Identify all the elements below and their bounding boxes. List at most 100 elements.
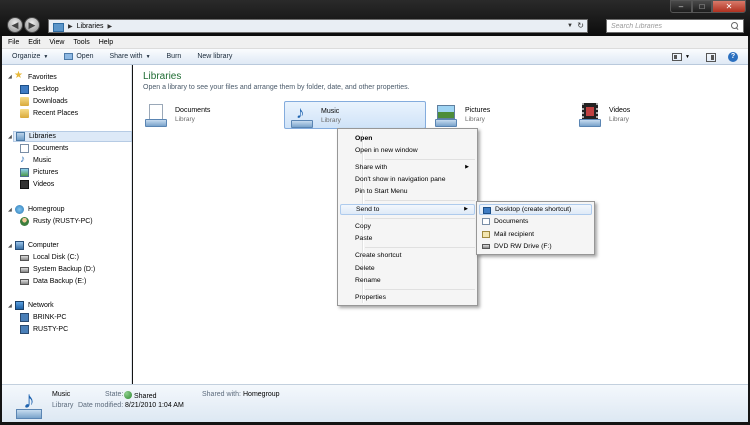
nav-pictures[interactable]: Pictures [20,167,58,178]
ctx-send-to[interactable]: Send to ▶ [340,204,475,215]
drive-icon [20,278,29,285]
menu-bar: File Edit View Tools Help [2,36,748,49]
shared-icon [124,391,132,399]
title-bar: – □ ✕ ◀ ▶ ▶ Libraries ▶ ▼ ↻ [0,0,750,36]
ctx-share-with[interactable]: Share with ▶ [340,162,475,173]
minimize-button[interactable]: – [670,0,692,13]
nav-favorites[interactable]: Favorites [14,70,57,83]
library-tile-pictures[interactable]: Pictures Library [429,101,571,129]
organize-button[interactable]: Organize ▼ [12,53,48,60]
change-view-icon[interactable] [672,53,683,61]
nav-local-disk[interactable]: Local Disk (C:) [20,252,79,263]
nav-downloads[interactable]: Downloads [20,96,68,107]
menu-divider [365,289,475,290]
menu-file[interactable]: File [8,39,19,46]
ctx-create-shortcut[interactable]: Create shortcut [340,250,475,261]
nav-rusty[interactable]: Rusty (RUSTY-PC) [20,216,93,227]
nav-recent-places-label: Recent Places [33,110,79,117]
address-dropdown-icon[interactable]: ▼ [567,23,573,29]
menu-view[interactable]: View [49,39,64,46]
collapse-arrow-icon[interactable]: ◢ [8,303,12,309]
drive-icon [20,266,29,273]
search-icon[interactable] [731,22,739,30]
library-tile-music[interactable]: ♪ Music Library [284,101,426,129]
music-library-icon: ♪ [14,389,44,419]
nav-desktop[interactable]: Desktop [20,84,59,95]
drive-icon [20,254,29,261]
new-library-button[interactable]: New library [197,53,232,60]
documents-library-icon [143,103,169,127]
send-to-dvd[interactable]: DVD RW Drive (F:) [479,241,592,252]
ctx-pin-start[interactable]: Pin to Start Menu [340,186,475,197]
nav-data-backup[interactable]: Data Backup (E:) [20,276,86,287]
menu-help[interactable]: Help [99,39,113,46]
library-tile-documents[interactable]: Documents Library [139,101,281,129]
burn-button[interactable]: Burn [167,53,182,60]
search-box[interactable] [606,19,744,33]
help-icon[interactable]: ? [728,52,738,62]
recent-places-icon [20,109,29,118]
search-input[interactable] [611,22,729,30]
menu-edit[interactable]: Edit [28,39,40,46]
back-button[interactable]: ◀ [7,17,23,33]
nav-computer-label: Computer [28,242,59,249]
details-state-label: State: [105,391,124,398]
send-to-desktop-label: Desktop (create shortcut) [495,206,572,213]
collapse-arrow-icon[interactable]: ◢ [8,134,12,140]
homegroup-icon [15,205,24,214]
send-to-desktop[interactable]: Desktop (create shortcut) [479,204,592,215]
nav-homegroup[interactable]: Homegroup [15,204,65,215]
videos-icon [20,180,29,189]
send-to-mail[interactable]: Mail recipient [479,229,592,240]
open-icon [64,53,74,60]
nav-music[interactable]: Music [20,154,51,166]
open-button[interactable]: Open [64,53,93,60]
view-dropdown-icon[interactable]: ▼ [685,54,690,60]
ctx-paste[interactable]: Paste [340,233,475,244]
nav-network[interactable]: Network [15,300,54,311]
nav-libraries[interactable]: Libraries [13,131,132,142]
ctx-rename[interactable]: Rename [340,275,475,286]
ctx-properties[interactable]: Properties [340,292,475,303]
chevron-right-icon[interactable]: ▶ [68,23,73,30]
details-type: Library [52,402,74,409]
ctx-dont-show[interactable]: Don't show in navigation pane [340,174,475,185]
nav-documents[interactable]: Documents [20,143,68,154]
maximize-button[interactable]: □ [692,0,712,13]
nav-videos-label: Videos [33,181,55,188]
chevron-right-icon[interactable]: ▶ [107,23,112,30]
nav-computer[interactable]: Computer [15,240,59,251]
menu-tools[interactable]: Tools [73,39,89,46]
collapse-arrow-icon[interactable]: ◢ [8,243,12,249]
nav-recent-places[interactable]: Recent Places [20,108,78,119]
nav-rusty-pc[interactable]: RUSTY-PC [20,324,68,335]
library-type: Library [465,116,485,123]
send-to-documents[interactable]: Documents [479,216,592,227]
forward-button[interactable]: ▶ [24,17,40,33]
address-bar[interactable]: ▶ Libraries ▶ ▼ ↻ [48,19,588,33]
preview-pane-icon[interactable] [706,52,716,62]
user-icon [20,217,29,226]
ctx-open-new-window[interactable]: Open in new window [340,145,475,156]
ctx-delete[interactable]: Delete [340,263,475,274]
ctx-copy[interactable]: Copy [340,221,475,232]
organize-label: Organize [12,53,41,60]
collapse-arrow-icon[interactable]: ◢ [8,207,12,213]
music-library-icon: ♪ [289,104,315,128]
nav-videos[interactable]: Videos [20,179,54,190]
nav-system-backup[interactable]: System Backup (D:) [20,264,95,275]
library-tile-videos[interactable]: Videos Library [573,101,715,129]
nav-brink-pc[interactable]: BRINK-PC [20,312,66,323]
details-state-value: Shared [124,391,157,400]
library-type: Library [175,116,195,123]
library-name: Pictures [465,107,491,114]
refresh-icon[interactable]: ↻ [577,21,584,30]
close-button[interactable]: ✕ [712,0,746,13]
ctx-open[interactable]: Open [340,133,475,144]
share-with-button[interactable]: Share with ▼ [109,53,150,60]
open-label: Open [76,53,94,60]
collapse-arrow-icon[interactable]: ◢ [8,74,12,80]
music-icon [20,154,29,165]
breadcrumb-libraries[interactable]: Libraries [77,23,104,30]
library-type: Library [609,116,629,123]
